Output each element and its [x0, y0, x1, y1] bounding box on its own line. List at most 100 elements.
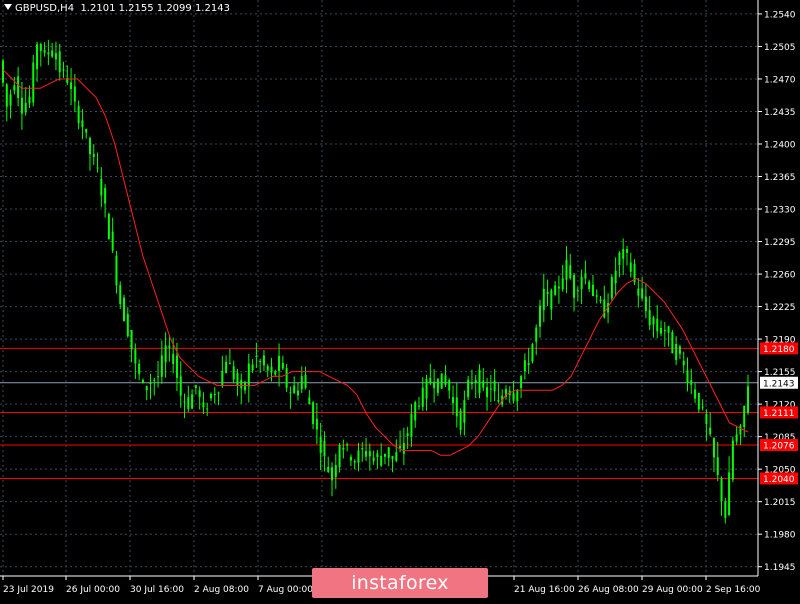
candle-body — [690, 380, 693, 385]
x-tick-label: 26 Jul 00:00 — [66, 585, 120, 595]
candle-body — [467, 379, 470, 398]
candle-body — [300, 375, 303, 390]
candle-body — [463, 400, 466, 423]
candle-body — [433, 381, 436, 389]
y-tick-label: 1.1980 — [764, 531, 796, 541]
candle-body — [179, 376, 182, 396]
candle-body — [206, 408, 209, 410]
candle-body — [100, 178, 103, 196]
x-tick-label: 21 Aug 16:00 — [514, 585, 575, 595]
y-tick-label: 1.2470 — [764, 75, 796, 85]
candle-body — [274, 371, 277, 375]
candle-body — [36, 44, 39, 69]
candle-body — [387, 447, 390, 458]
candle-body — [705, 413, 708, 425]
candle-body — [561, 278, 564, 290]
candle-body — [58, 51, 61, 73]
candle-body — [539, 305, 542, 327]
candle-body — [81, 120, 84, 128]
chart-header: GBPUSD,H4 1.2101 1.2155 1.2099 1.2143 — [4, 3, 230, 14]
candle-body — [157, 376, 160, 378]
candle-body — [88, 138, 91, 155]
candle-body — [523, 360, 526, 372]
y-tick-label: 1.2400 — [764, 141, 796, 151]
candle-body — [119, 285, 122, 305]
candle-body — [213, 393, 216, 396]
candle-body — [599, 299, 602, 302]
candle-body — [459, 410, 462, 430]
candle-body — [580, 276, 583, 290]
candle-body — [149, 382, 152, 385]
candle-body — [720, 478, 723, 502]
chart-canvas: 1.2540 1.2505 1.2470 1.2435 1.2400 1.2365 1.23… — [0, 0, 798, 595]
candle-body — [13, 85, 16, 91]
candle-body — [266, 366, 269, 371]
candle-body — [440, 373, 443, 389]
candle-body — [160, 355, 163, 377]
candle-body — [357, 450, 360, 463]
candle-body — [262, 355, 265, 366]
candle-body — [452, 397, 455, 404]
candle-body — [380, 455, 383, 466]
candle-body — [644, 296, 647, 312]
candle-body — [43, 50, 46, 53]
candle-body — [198, 390, 201, 398]
candle-body — [410, 413, 413, 437]
level-labels: 1.2180 1.2111 1.2076 1.2040 1.2143 — [760, 342, 798, 485]
candle-body — [576, 290, 579, 292]
y-tick-label: 1.2260 — [764, 271, 796, 281]
candle-body — [531, 343, 534, 362]
candle-body — [425, 378, 428, 399]
candle-body — [724, 501, 727, 518]
candle-body — [232, 366, 235, 380]
candle-body — [573, 275, 576, 298]
candle-body — [365, 451, 368, 457]
x-tick-label: 2 Aug 08:00 — [194, 585, 249, 595]
candle-body — [663, 329, 666, 332]
candle-body — [194, 385, 197, 389]
candle-body — [353, 460, 356, 463]
candle-body — [546, 291, 549, 295]
candle-body — [399, 446, 402, 449]
candle-body — [126, 314, 129, 336]
candle-body — [319, 436, 322, 454]
candle-body — [138, 363, 141, 375]
candle-body — [115, 255, 118, 286]
candle-body — [251, 364, 254, 371]
candle-body — [512, 392, 515, 401]
candle-body — [535, 327, 538, 342]
candle-body — [618, 252, 621, 266]
candle-body — [648, 310, 651, 326]
candle-body — [588, 281, 591, 289]
candle-body — [493, 380, 496, 392]
candle-body — [111, 231, 114, 251]
candle-body — [92, 153, 95, 158]
candle-body — [436, 378, 439, 393]
candle-body — [346, 443, 349, 446]
candle-body — [315, 419, 318, 430]
candle-body — [2, 60, 4, 83]
current-price-label: 1.2143 — [763, 379, 795, 389]
chart: 1.2540 1.2505 1.2470 1.2435 1.2400 1.2365 1.23… — [0, 0, 800, 600]
candle-body — [217, 392, 220, 394]
level-label: 1.2180 — [763, 345, 795, 355]
candle-body — [202, 402, 205, 408]
candle-body — [610, 277, 613, 299]
candle-body — [20, 97, 23, 114]
candle-body — [259, 361, 262, 363]
candle-body — [414, 402, 417, 421]
candle-body — [168, 345, 171, 348]
candle-body — [614, 270, 617, 284]
dropdown-triangle-icon[interactable] — [4, 4, 12, 10]
candle-body — [73, 86, 76, 102]
candle-body — [542, 288, 545, 311]
x-tick-label: 26 Aug 08:00 — [578, 585, 639, 595]
candle-body — [678, 346, 681, 354]
candle-body — [656, 318, 659, 332]
candle-body — [134, 349, 137, 364]
moving-average-line — [2, 69, 749, 456]
candle-body — [569, 265, 572, 279]
candle-body — [376, 453, 379, 458]
level-label: 1.2111 — [763, 409, 795, 419]
candle-body — [686, 370, 689, 383]
